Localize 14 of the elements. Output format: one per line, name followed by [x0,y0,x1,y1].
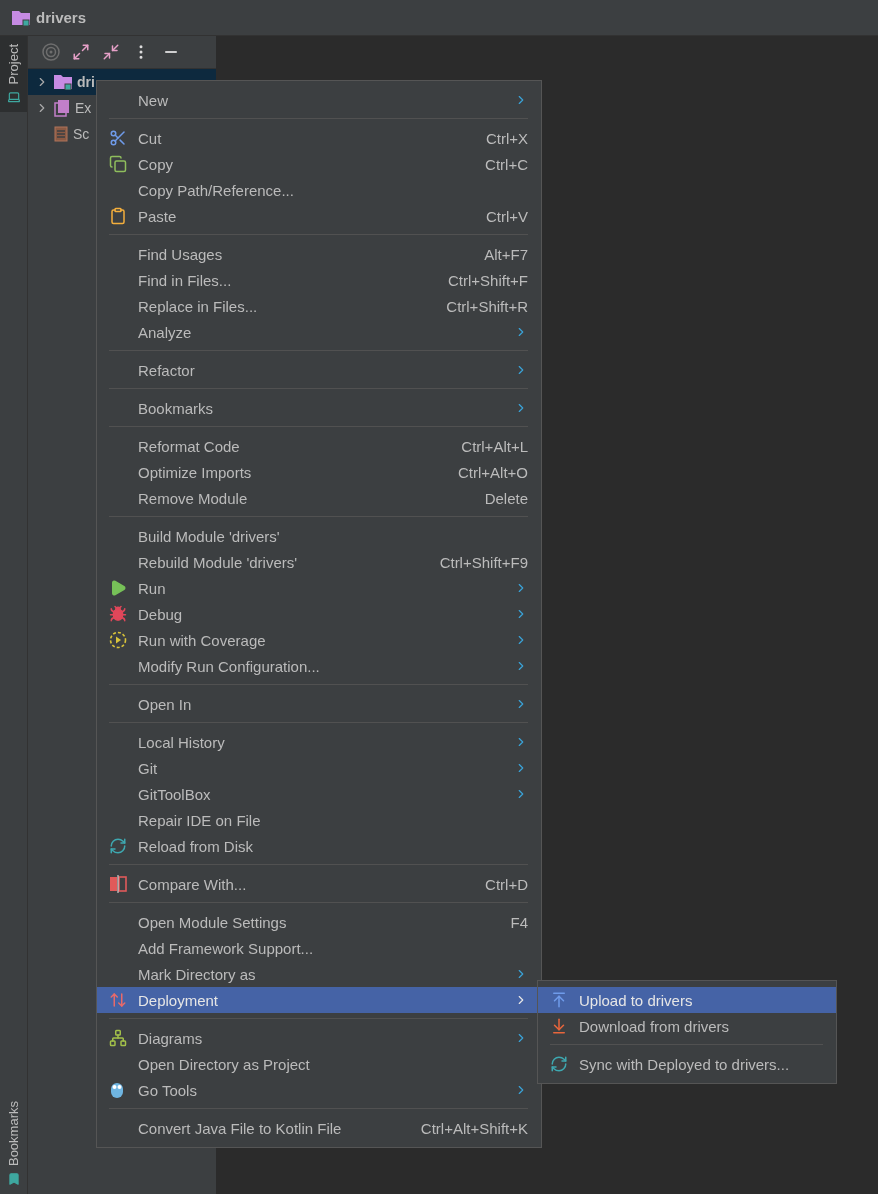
shortcut-text: Ctrl+X [485,129,528,147]
window-title: drivers [36,9,87,26]
shortcut-text: Ctrl+Alt+L [461,437,528,455]
shortcut-text: Delete [484,489,528,507]
shortcut-text: Ctrl+Alt+O [457,463,528,481]
shortcut-text: Ctrl+Shift+F9 [439,553,528,571]
shortcut-text: Alt+F7 [484,245,528,263]
shortcut-text: Ctrl+Shift+R [446,297,528,315]
shortcut-text: Ctrl+C [485,155,528,173]
shortcut-text: Ctrl+V [485,207,528,225]
shortcut-text: Ctrl+Alt+Shift+K [420,1119,528,1137]
shortcut-text: Ctrl+D [485,875,528,893]
shortcut-text: F4 [510,913,528,931]
shortcut-text: Ctrl+Shift+F [447,271,528,289]
